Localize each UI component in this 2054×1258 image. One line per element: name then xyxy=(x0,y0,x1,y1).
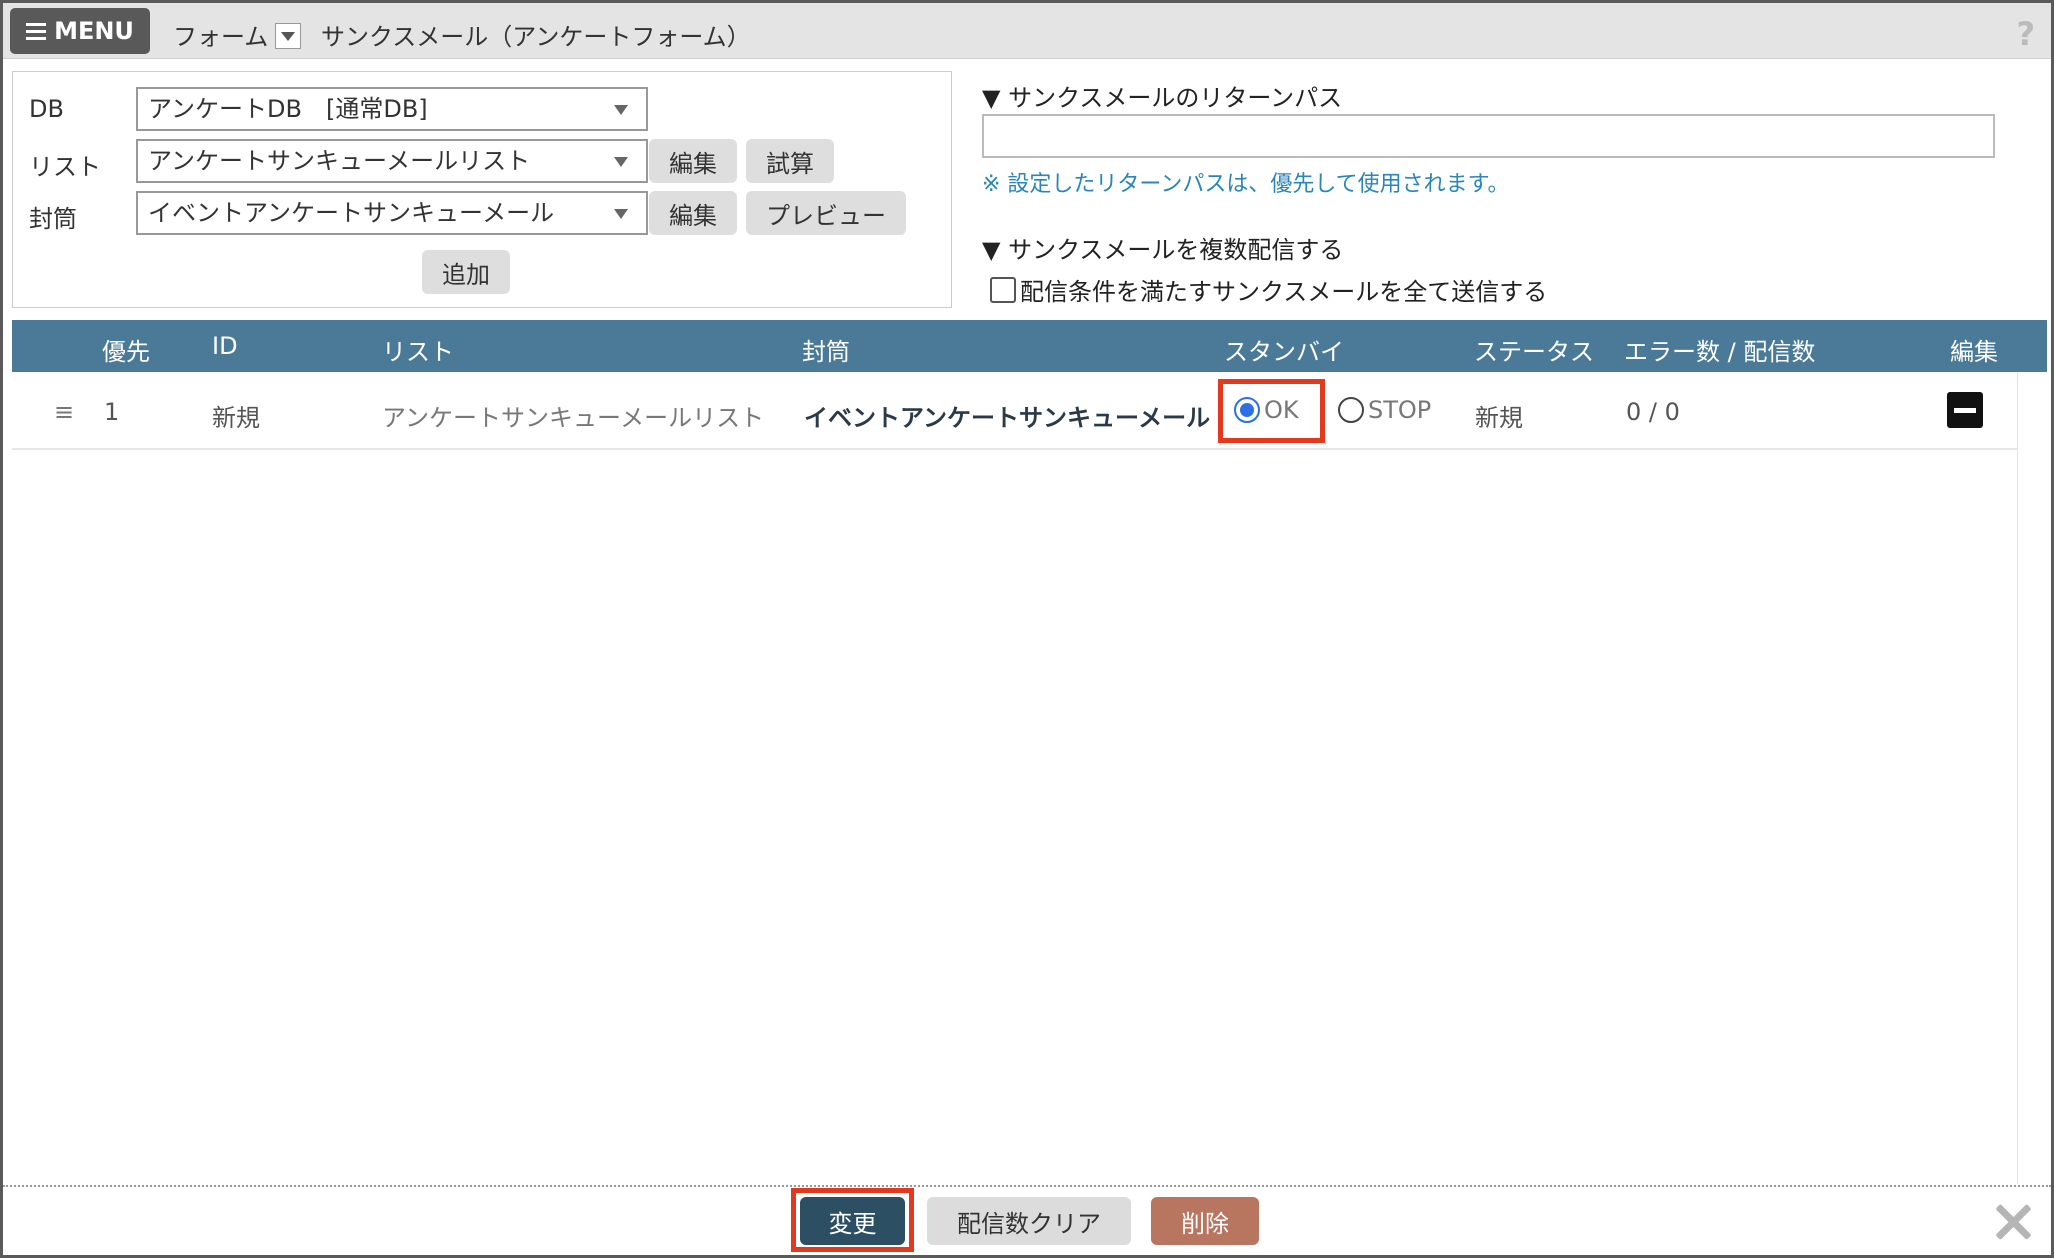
col-list: リスト xyxy=(382,338,454,366)
db-label: DB xyxy=(29,95,64,123)
change-highlight xyxy=(791,1188,914,1252)
breadcrumb-dropdown-icon[interactable] xyxy=(275,23,301,49)
envelope-edit-button[interactable]: 編集 xyxy=(649,191,737,235)
close-icon[interactable] xyxy=(1993,1202,2033,1242)
chevron-down-icon xyxy=(614,157,628,167)
row-envelope-link[interactable]: イベントアンケートサンキューメール xyxy=(804,398,1210,433)
col-counts: エラー数 / 配信数 xyxy=(1624,338,1816,366)
chevron-down-icon xyxy=(614,209,628,219)
table-row: ≡ 1 新規 アンケートサンキューメールリスト イベントアンケートサンキューメー… xyxy=(12,380,2017,450)
add-button[interactable]: 追加 xyxy=(422,250,510,294)
envelope-select[interactable]: イベントアンケートサンキューメール xyxy=(136,191,648,235)
page-title: サンクスメール（アンケートフォーム） xyxy=(321,23,751,51)
list-select[interactable]: アンケートサンキューメールリスト xyxy=(136,139,648,183)
clear-count-button[interactable]: 配信数クリア xyxy=(927,1197,1131,1245)
standby-highlight xyxy=(1218,379,1325,443)
chevron-down-icon xyxy=(614,105,628,115)
row-priority: 1 xyxy=(104,398,120,426)
table-header: 優先 ID リスト 封筒 スタンバイ ステータス エラー数 / 配信数 編集 xyxy=(12,320,2047,372)
menu-button[interactable]: MENU xyxy=(10,8,150,54)
table-scroll-divider xyxy=(2017,372,2018,1184)
settings-panel: DB アンケートDB [通常DB] リスト アンケートサンキューメールリスト 編… xyxy=(12,71,952,308)
multi-send-checkbox[interactable] xyxy=(990,276,1016,303)
list-select-value: アンケートサンキューメールリスト xyxy=(148,147,531,175)
row-list: アンケートサンキューメールリスト xyxy=(382,404,765,432)
envelope-select-value: イベントアンケートサンキューメール xyxy=(148,199,555,227)
col-priority: 優先 xyxy=(102,338,150,366)
menu-label: MENU xyxy=(54,17,134,45)
footer-divider xyxy=(3,1185,2051,1187)
db-select[interactable]: アンケートDB [通常DB] xyxy=(136,87,648,131)
row-id: 新規 xyxy=(212,404,260,432)
col-envelope: 封筒 xyxy=(802,338,850,366)
help-icon[interactable]: ? xyxy=(2016,15,2035,53)
preview-button[interactable]: プレビュー xyxy=(746,191,906,235)
list-label: リスト xyxy=(29,153,101,181)
col-edit: 編集 xyxy=(1950,338,1998,366)
multi-send-option[interactable]: 配信条件を満たすサンクスメールを全て送信する xyxy=(990,272,1547,307)
remove-row-icon[interactable] xyxy=(1947,392,1983,428)
hamburger-icon xyxy=(26,22,47,40)
col-status: ステータス xyxy=(1474,338,1594,366)
envelope-label: 封筒 xyxy=(29,205,77,233)
standby-stop-option[interactable]: STOP xyxy=(1338,396,1431,424)
row-counts: 0 / 0 xyxy=(1626,398,1680,426)
top-bar: MENU フォーム サンクスメール（アンケートフォーム） ? xyxy=(3,3,2051,59)
col-id: ID xyxy=(212,332,238,360)
col-standby: スタンバイ xyxy=(1224,338,1344,366)
delete-button[interactable]: 削除 xyxy=(1151,1197,1259,1245)
return-path-input[interactable] xyxy=(982,114,1995,158)
multi-send-heading: ▼ サンクスメールを複数配信する xyxy=(982,236,1344,264)
return-path-heading: ▼ サンクスメールのリターンパス xyxy=(982,84,1343,112)
standby-stop-label: STOP xyxy=(1368,396,1432,424)
db-select-value: アンケートDB [通常DB] xyxy=(148,95,428,123)
return-path-note: ※ 設定したリターンパスは、優先して使用されます。 xyxy=(982,172,1510,197)
list-edit-button[interactable]: 編集 xyxy=(649,139,737,183)
drag-handle-icon[interactable]: ≡ xyxy=(54,398,74,426)
row-status: 新規 xyxy=(1475,404,1523,432)
multi-send-label: 配信条件を満たすサンクスメールを全て送信する xyxy=(1020,278,1548,306)
trial-button[interactable]: 試算 xyxy=(746,139,834,183)
breadcrumb[interactable]: フォーム xyxy=(173,17,268,52)
standby-stop-radio[interactable] xyxy=(1338,397,1364,423)
